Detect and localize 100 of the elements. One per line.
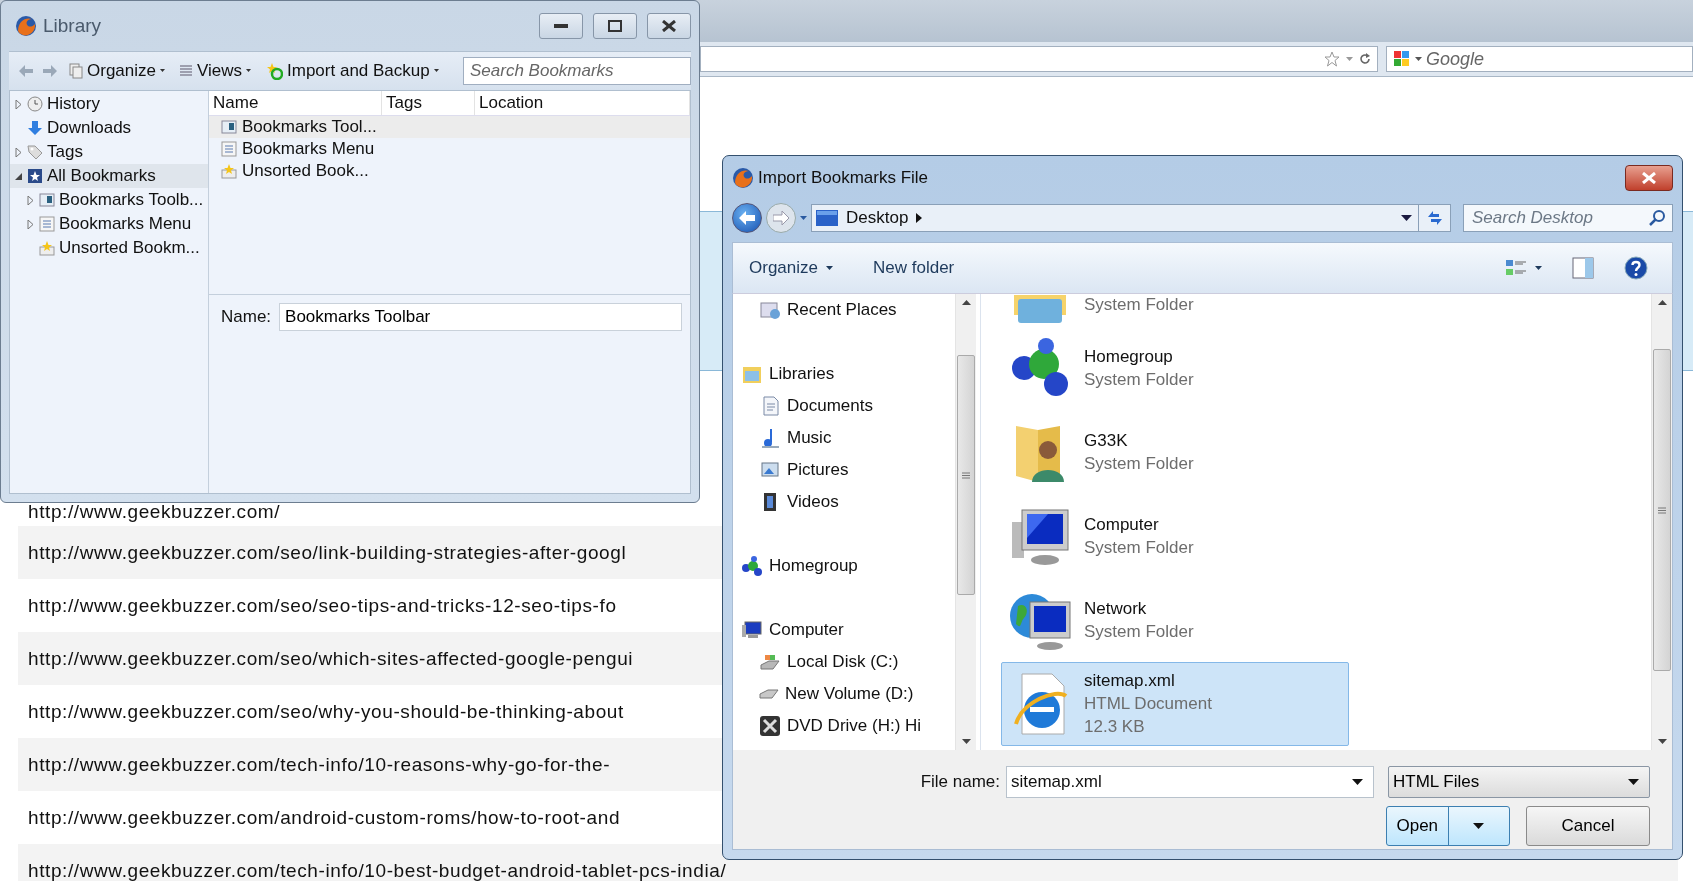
command-button[interactable]: New folder (873, 258, 955, 278)
nav-item[interactable]: Pictures (733, 454, 955, 486)
column-header[interactable]: Name (209, 91, 382, 115)
caret-icon (1415, 56, 1422, 62)
history-dropdown[interactable] (800, 215, 807, 221)
back-arrow-icon (739, 211, 755, 225)
link[interactable]: http://www.geekbuzzer.com/android-custom-roms/how-to-root-and (28, 806, 621, 829)
tree-item[interactable]: Bookmarks Menu (10, 212, 208, 236)
file-item[interactable]: G33K System Folder (1001, 410, 1349, 494)
link[interactable]: http://www.geekbuzzer.com/tech-info/10-best-budget-android-tablet-pcs-india/ (28, 861, 727, 880)
caret-icon (800, 215, 807, 221)
search-engine-icon (1393, 50, 1411, 68)
cancel-button[interactable]: Cancel (1526, 806, 1650, 846)
nav-item[interactable]: Local Disk (C:) (733, 646, 955, 678)
scrollbar[interactable] (955, 294, 976, 750)
command-button[interactable]: Organize (749, 258, 833, 278)
list-icon (179, 64, 193, 78)
recent-places-icon (759, 299, 781, 321)
back-arrow-icon (19, 65, 33, 77)
close-button[interactable] (1625, 165, 1673, 191)
nav-item[interactable]: DVD Drive (H:) Hi (733, 710, 955, 742)
nav-item[interactable]: Videos (733, 486, 955, 518)
bookmark-toolbar-icon (221, 119, 237, 135)
caret-icon (1346, 56, 1353, 62)
clock-icon (27, 96, 43, 112)
tree-item[interactable]: Downloads (10, 116, 208, 140)
desktop-icon (816, 210, 838, 226)
caret-icon (160, 69, 165, 73)
scrollbar-thumb[interactable] (957, 355, 975, 595)
scrollbar[interactable] (1651, 294, 1672, 750)
help-button[interactable] (1624, 256, 1648, 280)
file-type-dropdown[interactable]: HTML Files (1388, 766, 1650, 798)
link[interactable]: http://www.geekbuzzer.com/seo/seo-tips-and-tricks-12-seo-tips-fo (28, 594, 617, 617)
nav-item[interactable]: Music (733, 422, 955, 454)
search-field[interactable]: Google (1386, 46, 1693, 72)
address-bar[interactable]: Desktop (811, 204, 1451, 232)
view-icon (1505, 259, 1527, 277)
nav-item[interactable]: Homegroup (733, 550, 955, 582)
tree-item[interactable]: All Bookmarks (10, 164, 208, 188)
bookmark-row[interactable]: Unsorted Book... (209, 160, 690, 182)
scrollbar-thumb[interactable] (1653, 349, 1671, 671)
search-field[interactable]: Search Desktop (1463, 204, 1673, 232)
nav-item[interactable]: Libraries (733, 358, 955, 390)
link[interactable]: http://www.geekbuzzer.com/tech-info/10-reasons-why-go-for-the- (28, 753, 611, 776)
link[interactable]: http://www.geekbuzzer.com/ (28, 501, 281, 523)
file-name-field[interactable]: sitemap.xml (1006, 766, 1374, 798)
star-folder-icon (39, 240, 55, 256)
toolbar-button[interactable]: Import and Backup (263, 61, 441, 81)
back-button[interactable] (732, 203, 762, 233)
caret-icon (1473, 822, 1485, 830)
bookmark-star-icon (27, 168, 43, 184)
nav-item[interactable]: New Volume (D:) (733, 678, 955, 710)
preview-pane-button[interactable] (1572, 257, 1594, 279)
caret-icon (1535, 265, 1542, 271)
link[interactable]: http://www.geekbuzzer.com/seo/link-building-strategies-after-googl (28, 541, 627, 564)
caret-icon (826, 265, 833, 271)
homegroup-icon (741, 555, 763, 577)
nav-item[interactable]: Computer (733, 614, 955, 646)
tree-item[interactable]: Unsorted Bookm... (10, 236, 208, 260)
minimize-button[interactable] (539, 13, 583, 39)
chevron-right-icon (916, 213, 923, 223)
column-header[interactable]: Tags (382, 91, 475, 115)
link[interactable]: http://www.geekbuzzer.com/seo/which-sites-affected-google-pengui (28, 647, 634, 670)
star-icon (1324, 51, 1340, 67)
open-button[interactable]: Open (1386, 806, 1510, 846)
address-bar[interactable] (700, 46, 1378, 72)
scroll-down-icon (961, 739, 971, 744)
computer-icon (741, 619, 763, 641)
nav-item[interactable]: Documents (733, 390, 955, 422)
close-icon (662, 20, 676, 32)
maximize-button[interactable] (593, 13, 637, 39)
view-button[interactable] (1505, 259, 1542, 277)
search-field[interactable]: Search Bookmarks (463, 57, 691, 85)
file-item[interactable]: sitemap.xml HTML Document 12.3 KB (1001, 662, 1349, 746)
bookmark-row[interactable]: Bookmarks Menu (209, 138, 690, 160)
close-button[interactable] (647, 13, 691, 39)
tree-item[interactable]: History (10, 92, 208, 116)
star-refresh-icon (265, 62, 284, 80)
window-title: Import Bookmarks File (758, 168, 930, 188)
caret-icon (1352, 778, 1363, 786)
caret-icon (433, 69, 439, 73)
file-item[interactable]: System Folder (1001, 294, 1349, 326)
tree-item[interactable]: Bookmarks Toolb... (10, 188, 208, 212)
bookmark-row[interactable]: Bookmarks Tool... (209, 116, 690, 138)
nav-item[interactable]: Recent Places (733, 294, 955, 326)
file-item[interactable]: Computer System Folder (1001, 494, 1349, 578)
file-item[interactable]: Network System Folder (1001, 578, 1349, 662)
toolbar-button[interactable]: Views (177, 61, 254, 81)
name-field[interactable]: Bookmarks Toolbar (279, 303, 682, 331)
tree-item[interactable]: Tags (10, 140, 208, 164)
scroll-up-icon (1657, 300, 1667, 305)
breadcrumb-item[interactable]: Desktop (846, 208, 909, 228)
toolbar-button[interactable]: Organize (67, 61, 167, 81)
fox-globe-icon (15, 15, 37, 37)
caret-icon (246, 69, 252, 73)
link[interactable]: http://www.geekbuzzer.com/seo/why-you-should-be-thinking-about (28, 700, 624, 723)
forward-arrow-icon (43, 65, 57, 77)
file-item[interactable]: Homegroup System Folder (1001, 326, 1349, 410)
list-icon (39, 216, 55, 232)
column-header[interactable]: Location (475, 91, 690, 115)
